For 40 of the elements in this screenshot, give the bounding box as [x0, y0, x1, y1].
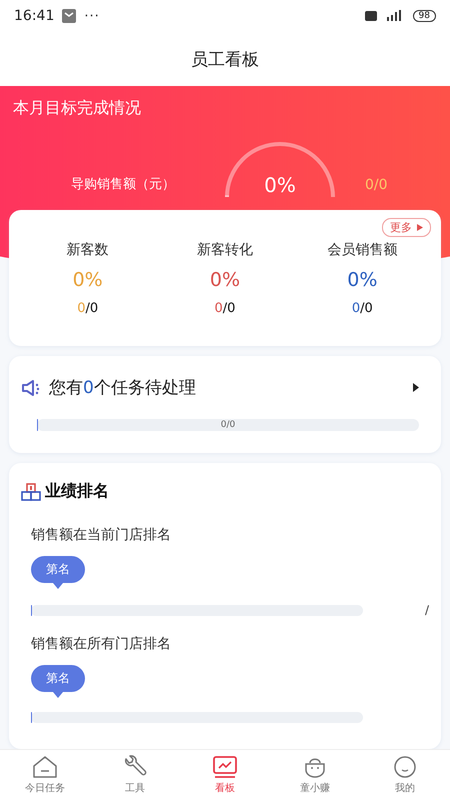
section-title: 业绩排名 [45, 481, 109, 502]
more-button[interactable]: 更多 [382, 218, 431, 237]
bubble-tail [53, 692, 63, 698]
house-icon [32, 755, 58, 779]
tab-bar-item[interactable]: 童小赚 [270, 750, 360, 800]
tab-bar-item[interactable]: 今日任务 [0, 750, 90, 800]
chevron-right-icon [413, 383, 419, 392]
tab-bar-item[interactable]: 工具 [90, 750, 180, 800]
metric-ratio: 0/0 [214, 301, 236, 316]
notification-icon [62, 9, 76, 23]
metric-ratio: 0/0 [352, 301, 373, 316]
tab-bar-item[interactable]: 我的 [360, 750, 450, 800]
metric-ratio: 0/0 [77, 301, 98, 316]
chart-icon [212, 755, 238, 779]
metric-label: 新客转化 [196, 241, 253, 259]
page-title: 员工看板 [191, 48, 259, 70]
speaker-icon [21, 378, 41, 396]
ranking-label: 销售额在当前门店排名 [31, 526, 171, 544]
gauge-ratio: 0/0 [365, 177, 388, 195]
gauge-label: 导购销售额（元） [70, 176, 176, 194]
metric-percent: 0% [210, 269, 240, 291]
metric-percent: 0% [72, 269, 103, 291]
metric-label: 会员销售额 [327, 241, 398, 259]
ranking-ratio: / [424, 603, 429, 617]
gauge-percent: 0% [264, 173, 296, 199]
metric-percent: 0% [347, 269, 378, 291]
task-summary: 您有0个任务待处理 [49, 377, 196, 399]
caret-icon [417, 224, 423, 231]
section-title: 本月目标完成情况 [13, 98, 142, 119]
more-notifications: ··· [84, 8, 100, 24]
ranking-label: 销售额在所有门店排名 [31, 635, 171, 653]
metric-label: 新客数 [66, 241, 109, 259]
smiley-icon [392, 755, 418, 779]
status-time: 16:41 [14, 8, 54, 24]
bubble-tail [53, 583, 63, 589]
battery-indicator: 98 [412, 10, 436, 22]
tab-bar-item[interactable]: 看板 [180, 750, 270, 800]
tasks-card[interactable]: 您有0个任务待处理 0/0 [9, 356, 441, 453]
progress-text: 0/0 [220, 420, 236, 430]
podium-icon [21, 482, 41, 500]
